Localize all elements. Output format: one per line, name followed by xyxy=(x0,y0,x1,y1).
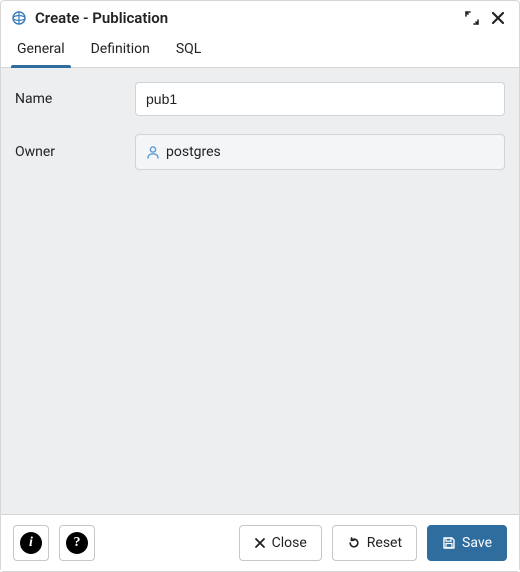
help-icon: ? xyxy=(66,532,88,554)
titlebar: Create - Publication xyxy=(1,1,519,33)
close-icon[interactable] xyxy=(489,9,507,27)
expand-icon[interactable] xyxy=(463,9,481,27)
form-body: Name Owner postgres xyxy=(1,68,519,514)
x-icon xyxy=(254,537,266,549)
close-button[interactable]: Close xyxy=(239,525,322,561)
reset-button[interactable]: Reset xyxy=(332,525,417,561)
create-publication-dialog: Create - Publication General Definition … xyxy=(0,0,520,572)
name-field-wrap xyxy=(135,82,505,116)
tab-definition[interactable]: Definition xyxy=(89,33,152,67)
owner-label: Owner xyxy=(15,144,135,160)
save-icon xyxy=(442,536,456,550)
info-button[interactable]: i xyxy=(13,525,49,561)
user-icon xyxy=(146,145,160,159)
name-input[interactable] xyxy=(135,82,505,116)
tab-sql[interactable]: SQL xyxy=(174,33,203,67)
row-name: Name xyxy=(15,82,505,116)
tab-general[interactable]: General xyxy=(15,33,67,67)
footer: i ? Close Reset Save xyxy=(1,514,519,571)
reset-label: Reset xyxy=(367,535,402,551)
save-label: Save xyxy=(462,535,492,551)
help-button[interactable]: ? xyxy=(59,525,95,561)
owner-select[interactable]: postgres xyxy=(135,134,505,170)
tab-bar: General Definition SQL xyxy=(1,33,519,68)
save-button[interactable]: Save xyxy=(427,525,507,561)
close-label: Close xyxy=(272,535,307,551)
publication-icon xyxy=(11,10,27,26)
info-icon: i xyxy=(20,532,42,554)
row-owner: Owner postgres xyxy=(15,134,505,170)
owner-field-wrap: postgres xyxy=(135,134,505,170)
owner-value: postgres xyxy=(166,144,221,160)
name-label: Name xyxy=(15,91,135,107)
window-title: Create - Publication xyxy=(35,9,455,27)
reset-icon xyxy=(347,536,361,550)
